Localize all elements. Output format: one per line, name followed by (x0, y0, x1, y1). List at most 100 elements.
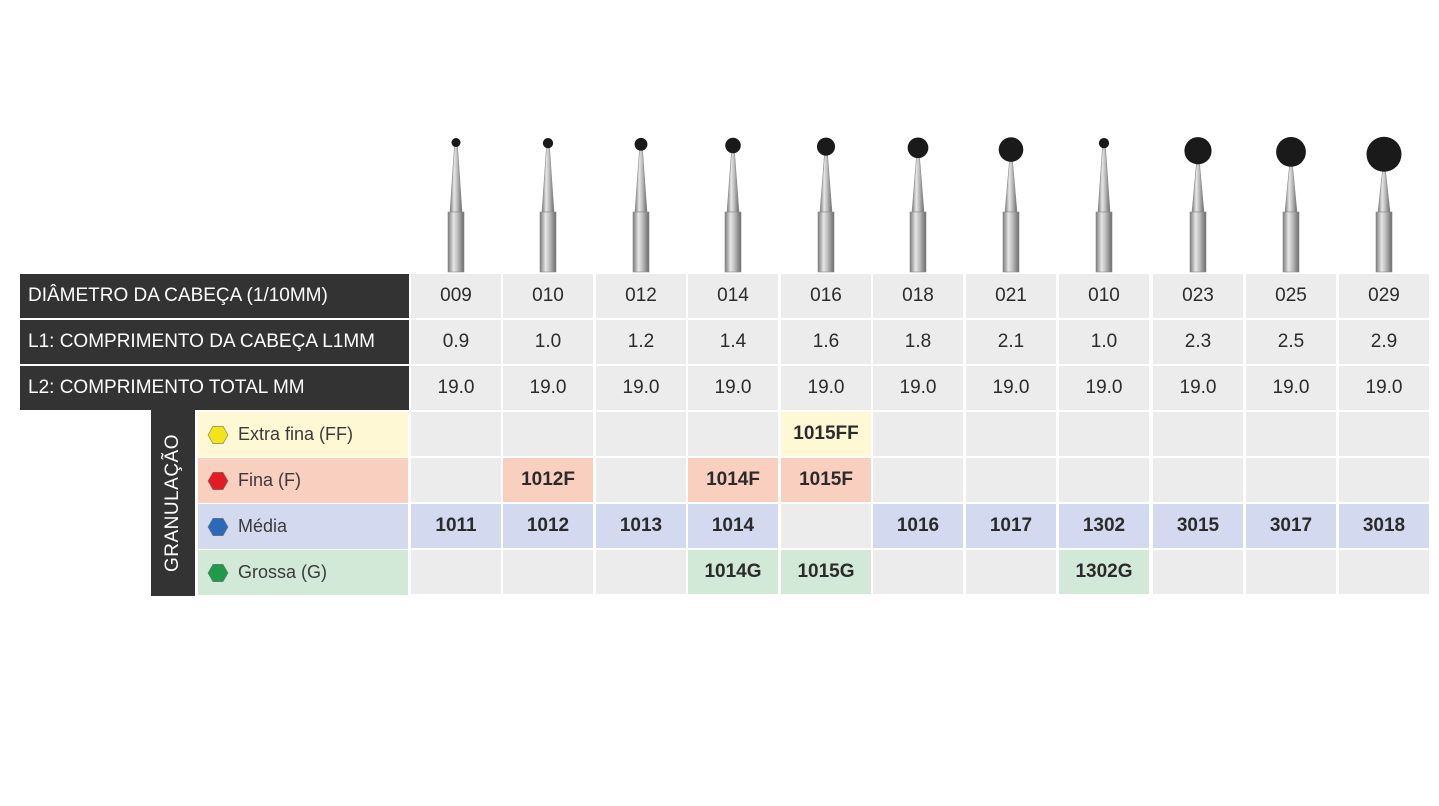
row-header-diameter: DIÂMETRO DA CABEÇA (1/10MM) (20, 274, 409, 318)
row-header-total-length: L2: COMPRIMENTO TOTAL MM (20, 366, 409, 410)
cell-code-g (873, 550, 963, 594)
cell-head-length: 1.2 (596, 320, 686, 364)
bur-018-icon (907, 137, 929, 273)
cell-code-f: 1014F (688, 458, 778, 502)
cell-code-f (596, 458, 686, 502)
cell-head-length: 1.4 (688, 320, 778, 364)
cell-code-m: 3015 (1153, 504, 1243, 548)
cell-code-m: 1302 (1059, 504, 1149, 548)
cell-diameter: 018 (873, 274, 963, 318)
cell-code-m: 3018 (1339, 504, 1429, 548)
cell-code-g (1339, 550, 1429, 594)
granulation-label: GRANULAÇÃO (151, 410, 195, 596)
cell-code-ff (1339, 412, 1429, 456)
granulation-label-text: Média (238, 516, 288, 536)
cell-code-f (1059, 458, 1149, 502)
bur-029-icon (1366, 136, 1402, 273)
cell-code-g: 1302G (1059, 550, 1149, 594)
cell-code-g (411, 550, 501, 594)
cell-code-g (1153, 550, 1243, 594)
cell-code-ff (688, 412, 778, 456)
bur-012-icon (632, 137, 650, 273)
cell-code-g (966, 550, 1056, 594)
cell-code-f (966, 458, 1056, 502)
yellow-hexagon-icon (206, 423, 238, 447)
cell-total-length: 19.0 (873, 366, 963, 410)
cell-diameter: 010 (1059, 274, 1149, 318)
cell-code-ff (1153, 412, 1243, 456)
cell-code-f (1339, 458, 1429, 502)
granulation-label-text: GRANULAÇÃO (162, 433, 183, 573)
cell-code-f (873, 458, 963, 502)
granulation-label-text: Fina (F) (238, 470, 301, 490)
cell-code-ff: 1015FF (781, 412, 871, 456)
cell-code-ff (411, 412, 501, 456)
cell-diameter: 009 (411, 274, 501, 318)
cell-total-length: 19.0 (688, 366, 778, 410)
blue-hexagon-icon (206, 515, 238, 539)
cell-diameter: 016 (781, 274, 871, 318)
cell-code-m: 3017 (1246, 504, 1336, 548)
cell-code-ff (966, 412, 1056, 456)
cell-total-length: 19.0 (1153, 366, 1243, 410)
cell-diameter: 021 (966, 274, 1056, 318)
cell-total-length: 19.0 (596, 366, 686, 410)
granulation-ff-label: Extra fina (FF) (198, 412, 408, 457)
cell-diameter: 010 (503, 274, 593, 318)
cell-total-length: 19.0 (966, 366, 1056, 410)
cell-code-ff (1246, 412, 1336, 456)
bur-010-icon (1095, 137, 1113, 273)
cell-code-ff (873, 412, 963, 456)
granulation-g-label: Grossa (G) (198, 550, 408, 595)
cell-code-m: 1012 (503, 504, 593, 548)
cell-code-g: 1015G (781, 550, 871, 594)
bur-023-icon (1184, 137, 1212, 273)
cell-total-length: 19.0 (411, 366, 501, 410)
cell-total-length: 19.0 (1339, 366, 1429, 410)
cell-head-length: 1.0 (1059, 320, 1149, 364)
bur-illustrations (447, 136, 1402, 273)
green-hexagon-icon (206, 561, 238, 585)
cell-code-f (1153, 458, 1243, 502)
cell-code-f (1246, 458, 1336, 502)
cell-diameter: 014 (688, 274, 778, 318)
cell-code-f: 1015F (781, 458, 871, 502)
cell-code-m (781, 504, 871, 548)
cell-code-f (411, 458, 501, 502)
granulation-m-label: Média (198, 504, 408, 549)
granulation-label-text: Extra fina (FF) (238, 424, 354, 444)
bur-009-icon (447, 138, 465, 273)
cell-code-ff (1059, 412, 1149, 456)
red-hexagon-icon (206, 469, 238, 493)
bur-025-icon (1276, 137, 1306, 273)
row-header-head-length: L1: COMPRIMENTO DA CABEÇA L1MM (20, 320, 409, 364)
cell-total-length: 19.0 (503, 366, 593, 410)
cell-code-ff (596, 412, 686, 456)
granulation-label-text: Grossa (G) (238, 562, 328, 582)
cell-total-length: 19.0 (781, 366, 871, 410)
cell-code-g: 1014G (688, 550, 778, 594)
cell-head-length: 1.0 (503, 320, 593, 364)
cell-code-m: 1011 (411, 504, 501, 548)
cell-code-g (596, 550, 686, 594)
cell-head-length: 2.9 (1339, 320, 1429, 364)
cell-total-length: 19.0 (1059, 366, 1149, 410)
cell-code-m: 1014 (688, 504, 778, 548)
cell-diameter: 025 (1246, 274, 1336, 318)
cell-diameter: 029 (1339, 274, 1429, 318)
cell-code-m: 1013 (596, 504, 686, 548)
cell-head-length: 1.6 (781, 320, 871, 364)
cell-code-f: 1012F (503, 458, 593, 502)
cell-diameter: 023 (1153, 274, 1243, 318)
cell-head-length: 1.8 (873, 320, 963, 364)
bur-016-icon (816, 137, 836, 273)
granulation-f-label: Fina (F) (198, 458, 408, 503)
cell-head-length: 2.5 (1246, 320, 1336, 364)
cell-head-length: 2.1 (966, 320, 1056, 364)
cell-head-length: 2.3 (1153, 320, 1243, 364)
cell-code-ff (503, 412, 593, 456)
bur-010-icon (539, 137, 557, 273)
cell-diameter: 012 (596, 274, 686, 318)
cell-code-g (1246, 550, 1336, 594)
cell-total-length: 19.0 (1246, 366, 1336, 410)
